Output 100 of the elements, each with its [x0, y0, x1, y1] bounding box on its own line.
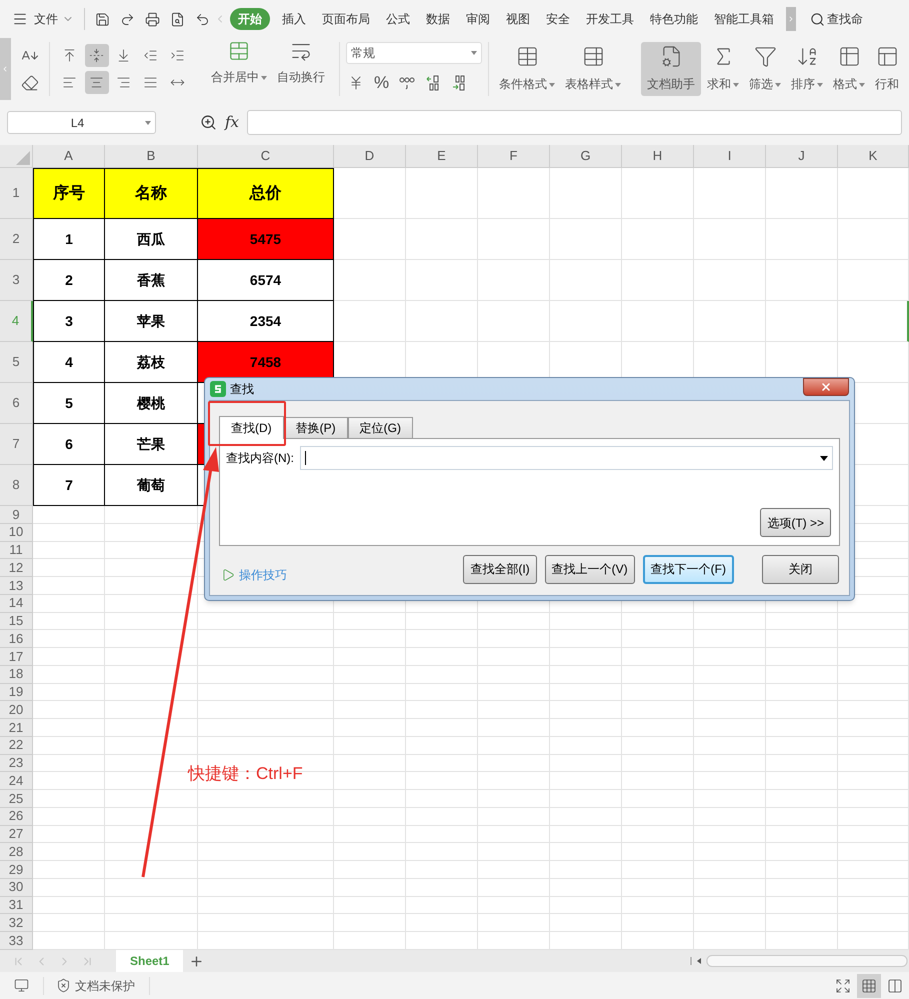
column-header[interactable]: I [694, 145, 766, 167]
merge-center-button[interactable]: 合并居中 [211, 40, 267, 86]
command-search[interactable]: 查找命 [810, 10, 863, 28]
row-header[interactable]: 15 [0, 612, 33, 630]
menu-tab[interactable]: 开发工具 [580, 8, 640, 30]
view-button[interactable] [857, 974, 881, 998]
row-header[interactable]: 29 [0, 861, 33, 879]
dialog-tab[interactable]: 查找(D) [219, 416, 284, 439]
dialog-button[interactable]: 查找全部(I) [463, 554, 537, 584]
menu-tab[interactable]: 插入 [276, 8, 312, 30]
row-header[interactable]: 28 [0, 843, 33, 861]
row-header[interactable]: 10 [0, 524, 33, 542]
ribbon-button[interactable]: 排序 [787, 42, 827, 96]
row-header[interactable]: 1 [0, 168, 33, 219]
save-icon[interactable] [95, 12, 110, 26]
ribbon-button[interactable]: 文档助手 [641, 42, 701, 96]
menu-tab[interactable]: 页面布局 [316, 8, 376, 30]
row-header[interactable]: 23 [0, 754, 33, 772]
row-header[interactable]: 19 [0, 684, 33, 702]
row-header[interactable]: 14 [0, 594, 33, 612]
menu-tab[interactable]: 视图 [500, 8, 536, 30]
row-header[interactable]: 18 [0, 666, 33, 684]
ribbon-button[interactable]: 条件格式 [495, 42, 559, 96]
formula-input[interactable] [247, 110, 902, 135]
align-button[interactable] [84, 44, 109, 67]
column-header[interactable]: E [406, 145, 478, 167]
menu-tab[interactable]: 数据 [420, 8, 456, 30]
redo-icon[interactable] [120, 12, 135, 26]
column-header[interactable]: G [550, 145, 622, 167]
row-header[interactable]: 27 [0, 826, 33, 844]
row-header[interactable]: 8 [0, 465, 33, 506]
menu-tab[interactable]: 安全 [540, 8, 576, 30]
align-button[interactable] [84, 71, 109, 94]
number-format-select[interactable]: 常规 [346, 42, 482, 64]
zoom-icon[interactable] [200, 114, 217, 131]
column-header[interactable]: F [478, 145, 550, 167]
row-header[interactable]: 25 [0, 790, 33, 808]
menu-tab[interactable]: 开始 [230, 8, 270, 30]
column-header[interactable]: C [198, 145, 334, 167]
ribbon-button[interactable]: 筛选 [745, 42, 785, 96]
close-dialog-button[interactable]: 关闭 [762, 554, 839, 584]
ribbon-button[interactable]: 表格样式 [561, 42, 625, 96]
row-header[interactable]: 13 [0, 577, 33, 595]
dialog-button[interactable]: 查找上一个(V) [544, 554, 635, 584]
row-header[interactable]: 22 [0, 736, 33, 754]
menu-icon[interactable] [12, 11, 28, 27]
thousands-separator-icon[interactable] [399, 76, 416, 90]
row-header[interactable]: 16 [0, 630, 33, 648]
name-box[interactable]: L4 [7, 111, 156, 134]
row-header[interactable]: 21 [0, 719, 33, 737]
close-button[interactable] [803, 378, 849, 396]
ribbon-button[interactable]: 求和 [703, 42, 743, 96]
row-header[interactable]: 26 [0, 808, 33, 826]
row-header[interactable]: 3 [0, 260, 33, 301]
menu-tab[interactable]: 智能工具箱 [708, 8, 780, 30]
decrease-decimal-icon[interactable] [451, 75, 468, 91]
row-header[interactable]: 24 [0, 772, 33, 790]
column-header[interactable]: B [105, 145, 198, 167]
add-sheet-icon[interactable] [189, 954, 204, 968]
undo-icon[interactable] [195, 12, 210, 26]
row-header[interactable]: 11 [0, 542, 33, 560]
row-header[interactable]: 6 [0, 383, 33, 424]
row-header[interactable]: 9 [0, 506, 33, 524]
print-preview-icon[interactable] [170, 12, 185, 26]
column-header[interactable]: A [33, 145, 105, 167]
increase-decimal-icon[interactable] [425, 75, 442, 91]
row-header[interactable]: 30 [0, 878, 33, 896]
row-header[interactable]: 2 [0, 219, 33, 260]
protection-status[interactable]: 文档未保护 [56, 976, 135, 994]
sheet-tab[interactable]: Sheet1 [116, 950, 184, 972]
wrap-text-button[interactable]: 自动换行 [277, 40, 325, 86]
eraser-icon[interactable] [20, 74, 39, 92]
monitor-icon[interactable] [14, 978, 29, 993]
percent-button[interactable]: % [374, 70, 390, 96]
horizontal-scrollbar[interactable] [689, 954, 909, 968]
menu-tab[interactable]: 公式 [380, 8, 416, 30]
ribbon-button[interactable]: 格式 [829, 42, 869, 96]
column-header[interactable]: H [622, 145, 694, 167]
column-header[interactable]: J [766, 145, 838, 167]
dialog-tab[interactable]: 定位(G) [348, 417, 413, 438]
row-header[interactable]: 20 [0, 701, 33, 719]
tips-link[interactable]: 操作技巧 [221, 566, 287, 584]
options-button[interactable]: 选项(T) >> [760, 508, 831, 537]
row-header[interactable]: 7 [0, 424, 33, 465]
dialog-tab[interactable]: 替换(P) [284, 417, 348, 438]
menu-tab[interactable]: 审阅 [460, 8, 496, 30]
file-menu[interactable]: 文件 [34, 10, 58, 28]
print-icon[interactable] [145, 12, 160, 26]
row-header[interactable]: 17 [0, 648, 33, 666]
ribbon-button[interactable]: 行和 [871, 42, 903, 96]
column-header[interactable]: K [838, 145, 909, 167]
dialog-button[interactable]: 查找下一个(F) [642, 554, 734, 584]
row-header[interactable]: 33 [0, 932, 33, 950]
row-header[interactable]: 31 [0, 896, 33, 914]
column-header[interactable]: D [334, 145, 406, 167]
row-header[interactable]: 32 [0, 914, 33, 932]
function-button[interactable]: fx [225, 111, 240, 134]
find-input[interactable] [300, 446, 833, 470]
menu-tab[interactable]: 特色功能 [644, 8, 704, 30]
row-header[interactable]: 5 [0, 342, 33, 383]
